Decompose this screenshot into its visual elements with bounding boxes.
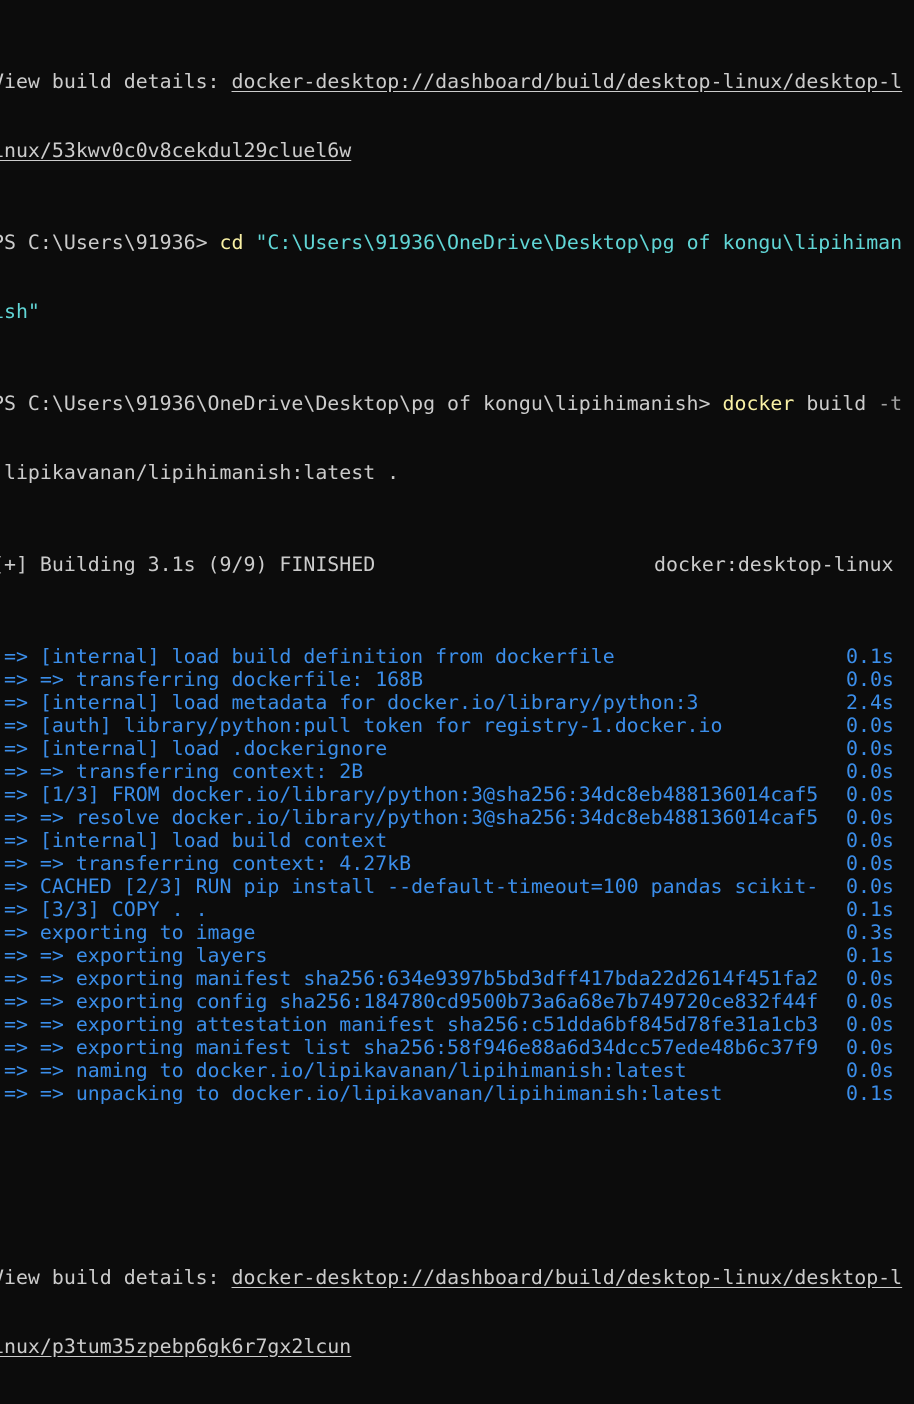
build-step-text: => => exporting manifest sha256:634e9397… bbox=[0, 967, 819, 990]
build-step-text: => exporting to image bbox=[0, 921, 256, 944]
build-context: docker:desktop-linux bbox=[654, 553, 894, 576]
build-step-line: => => naming to docker.io/lipikavanan/li… bbox=[0, 1059, 914, 1082]
build-step-line: => exporting to image 0.3s bbox=[0, 921, 914, 944]
build-step-line: => => transferring context: 4.27kB 0.0s bbox=[0, 852, 914, 875]
build-step-text: => => transferring context: 2B bbox=[0, 760, 364, 783]
build-step-text: => [auth] library/python:pull token for … bbox=[0, 714, 723, 737]
build-steps: => [internal] load build definition from… bbox=[0, 645, 914, 1105]
build-step-text: => [internal] load metadata for docker.i… bbox=[0, 691, 699, 714]
build-step-time: 0.1s bbox=[846, 1082, 894, 1105]
command-flag: -t bbox=[878, 392, 903, 415]
build-step-time: 0.0s bbox=[846, 990, 894, 1013]
command-args: build bbox=[794, 392, 879, 415]
build-step-line: => => transferring dockerfile: 168B 0.0s bbox=[0, 668, 914, 691]
prompt-line-docker-cont: lipikavanan/lipihimanish:latest . bbox=[0, 461, 914, 484]
build-step-time: 0.0s bbox=[846, 1059, 894, 1082]
build-step-text: => => exporting config sha256:184780cd95… bbox=[0, 990, 819, 1013]
build-step-time: 0.0s bbox=[846, 875, 894, 898]
build-step-line: => CACHED [2/3] RUN pip install --defaul… bbox=[0, 875, 914, 898]
build-step-text: => => transferring dockerfile: 168B bbox=[0, 668, 424, 691]
build-step-line: => [1/3] FROM docker.io/library/python:3… bbox=[0, 783, 914, 806]
build-step-text: => [1/3] FROM docker.io/library/python:3… bbox=[0, 783, 819, 806]
build-step-line: => => resolve docker.io/library/python:3… bbox=[0, 806, 914, 829]
build-step-line: => [internal] load metadata for docker.i… bbox=[0, 691, 914, 714]
build-header: [+] Building 3.1s (9/9) FINISHED docker:d… bbox=[0, 553, 914, 576]
build-step-time: 0.0s bbox=[846, 852, 894, 875]
prompt-line-cd: PS C:\Users\91936> cd "C:\Users\91936\On… bbox=[0, 231, 914, 254]
build-step-line: => => exporting manifest list sha256:58f… bbox=[0, 1036, 914, 1059]
build-step-time: 0.3s bbox=[846, 921, 894, 944]
prompt-line-cd-cont: ish" bbox=[0, 300, 914, 323]
build-step-time: 0.1s bbox=[846, 944, 894, 967]
command-cd: cd bbox=[219, 231, 244, 254]
build-step-time: 0.0s bbox=[846, 1013, 894, 1036]
build-step-time: 0.1s bbox=[846, 898, 894, 921]
build-step-time: 0.0s bbox=[846, 760, 894, 783]
build-details-link[interactable]: docker-desktop://dashboard/build/desktop… bbox=[232, 1266, 903, 1289]
build-step-text: => => exporting layers bbox=[0, 944, 268, 967]
build-details-link-cont-line: inux/53kwv0c0v8cekdul29cluel6w bbox=[0, 139, 914, 162]
build-step-text: => => unpacking to docker.io/lipikavanan… bbox=[0, 1082, 723, 1105]
build-step-text: => => resolve docker.io/library/python:3… bbox=[0, 806, 819, 829]
build-step-text: => => exporting attestation manifest sha… bbox=[0, 1013, 819, 1036]
command-argument-cont: ish" bbox=[0, 300, 40, 323]
build-step-time: 0.0s bbox=[846, 668, 894, 691]
build-step-text: => => exporting manifest list sha256:58f… bbox=[0, 1036, 819, 1059]
build-step-line: => => exporting manifest sha256:634e9397… bbox=[0, 967, 914, 990]
build-details-link-cont[interactable]: inux/p3tum35zpebp6gk6r7gx2lcun bbox=[0, 1335, 351, 1358]
command-docker: docker bbox=[722, 392, 795, 415]
build-step-text: => => naming to docker.io/lipikavanan/li… bbox=[0, 1059, 687, 1082]
command-argument: "C:\Users\91936\OneDrive\Desktop\pg of k… bbox=[243, 231, 903, 254]
build-step-line: => [internal] load build definition from… bbox=[0, 645, 914, 668]
build-step-time: 0.0s bbox=[846, 967, 894, 990]
build-step-time: 0.0s bbox=[846, 714, 894, 737]
build-step-line: => => transferring context: 2B 0.0s bbox=[0, 760, 914, 783]
prompt-line-docker: PS C:\Users\91936\OneDrive\Desktop\pg of… bbox=[0, 392, 914, 415]
command-args-cont: lipikavanan/lipihimanish:latest . bbox=[0, 461, 400, 484]
build-step-line: => [auth] library/python:pull token for … bbox=[0, 714, 914, 737]
build-step-text: => [3/3] COPY . . bbox=[0, 898, 208, 921]
prompt: PS C:\Users\91936> bbox=[0, 231, 220, 254]
build-step-time: 0.0s bbox=[846, 829, 894, 852]
build-step-line: => => exporting layers 0.1s bbox=[0, 944, 914, 967]
build-step-time: 0.0s bbox=[846, 806, 894, 829]
build-step-text: => => transferring context: 4.27kB bbox=[0, 852, 412, 875]
build-details-link-cont-line: inux/p3tum35zpebp6gk6r7gx2lcun bbox=[0, 1335, 914, 1358]
build-step-time: 0.0s bbox=[846, 737, 894, 760]
build-details-label: View build details: bbox=[0, 1266, 232, 1289]
build-details-label: View build details: bbox=[0, 70, 232, 93]
build-details-link[interactable]: docker-desktop://dashboard/build/desktop… bbox=[232, 70, 903, 93]
build-step-time: 0.0s bbox=[846, 783, 894, 806]
build-step-text: => CACHED [2/3] RUN pip install --defaul… bbox=[0, 875, 819, 898]
build-step-time: 0.0s bbox=[846, 1036, 894, 1059]
prompt: PS C:\Users\91936\OneDrive\Desktop\pg of… bbox=[0, 392, 723, 415]
build-step-line: => [internal] load .dockerignore 0.0s bbox=[0, 737, 914, 760]
build-step-line: => => exporting config sha256:184780cd95… bbox=[0, 990, 914, 1013]
build-step-time: 2.4s bbox=[846, 691, 894, 714]
build-step-line: => => exporting attestation manifest sha… bbox=[0, 1013, 914, 1036]
build-step-time: 0.1s bbox=[846, 645, 894, 668]
build-step-line: => [internal] load build context 0.0s bbox=[0, 829, 914, 852]
build-step-text: => [internal] load build definition from… bbox=[0, 645, 615, 668]
build-step-text: => [internal] load build context bbox=[0, 829, 388, 852]
build-step-line: => [3/3] COPY . . 0.1s bbox=[0, 898, 914, 921]
build-status: [+] Building 3.1s (9/9) FINISHED bbox=[0, 553, 376, 576]
terminal-window[interactable]: View build details: docker-desktop://das… bbox=[0, 1, 914, 1404]
build-details-link-cont[interactable]: inux/53kwv0c0v8cekdul29cluel6w bbox=[0, 139, 351, 162]
build-step-line: => => unpacking to docker.io/lipikavanan… bbox=[0, 1082, 914, 1105]
build-details-line: View build details: docker-desktop://das… bbox=[0, 70, 914, 93]
build-details-line: View build details: docker-desktop://das… bbox=[0, 1266, 914, 1289]
build-step-text: => [internal] load .dockerignore bbox=[0, 737, 388, 760]
